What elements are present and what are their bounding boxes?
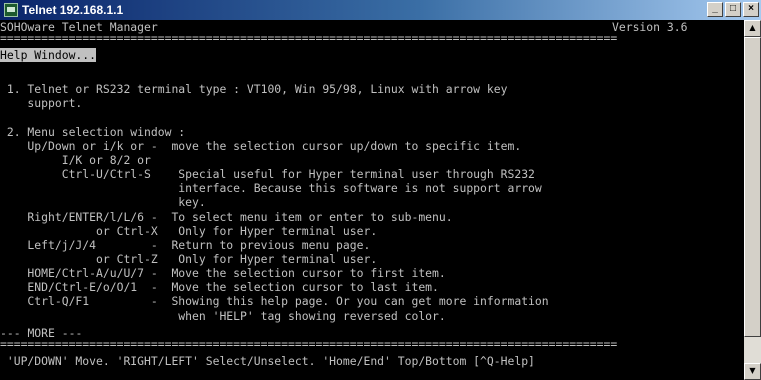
help-line: Left/j/J/4 - Return to previous menu pag… <box>0 237 371 252</box>
help-line <box>0 110 744 124</box>
help-line: HOME/Ctrl-A/u/U/7 - Move the selection c… <box>0 266 446 281</box>
help-line: Up/Down or i/k or - move the selection c… <box>0 138 522 153</box>
help-line: when 'HELP' tag showing reversed color. <box>0 308 446 323</box>
scroll-down-arrow-icon[interactable]: ▼ <box>744 363 761 380</box>
scroll-thumb[interactable] <box>744 37 761 337</box>
help-line <box>0 68 744 82</box>
help-line: 1. Telnet or RS232 terminal type : VT100… <box>0 82 508 97</box>
help-line: Right/ENTER/l/L/6 - To select menu item … <box>0 209 453 224</box>
window-title: Telnet 192.168.1.1 <box>22 3 124 17</box>
vertical-scrollbar[interactable]: ▲ ▼ <box>744 20 761 380</box>
help-line: interface. Because this software is not … <box>0 181 542 196</box>
scroll-up-arrow-icon[interactable]: ▲ <box>744 20 761 37</box>
window-controls: _ □ × <box>707 2 759 17</box>
telnet-app-icon[interactable] <box>4 3 18 17</box>
header-separator: ========================================… <box>0 31 618 45</box>
footer-separator: ========================================… <box>0 337 618 351</box>
close-button[interactable]: × <box>743 2 759 17</box>
help-line: support. <box>0 96 83 111</box>
help-window-label: Help Window... <box>0 48 97 62</box>
help-line: END/Ctrl-E/o/O/1 - Move the selection cu… <box>0 280 439 295</box>
help-line: or Ctrl-X Only for Hyper terminal user. <box>0 223 378 238</box>
minimize-button[interactable]: _ <box>707 2 723 17</box>
help-line: 2. Menu selection window : <box>0 124 186 139</box>
help-line: key. <box>0 195 206 210</box>
status-bar: 'UP/DOWN' Move. 'RIGHT/LEFT' Select/Unse… <box>0 354 535 368</box>
window-title-bar[interactable]: Telnet 192.168.1.1 _ □ × <box>0 0 761 20</box>
terminal-console[interactable]: SOHOware Telnet Manager Version 3.6 =====… <box>0 20 744 380</box>
help-title-line: Help Window... <box>0 48 744 62</box>
help-line: Ctrl-U/Ctrl-S Special useful for Hyper t… <box>0 167 535 182</box>
help-line: I/K or 8/2 or <box>0 152 151 167</box>
help-line: or Ctrl-Z Only for Hyper terminal user. <box>0 251 378 266</box>
maximize-button[interactable]: □ <box>725 2 741 17</box>
help-line: Ctrl-Q/F1 - Showing this help page. Or y… <box>0 294 549 309</box>
